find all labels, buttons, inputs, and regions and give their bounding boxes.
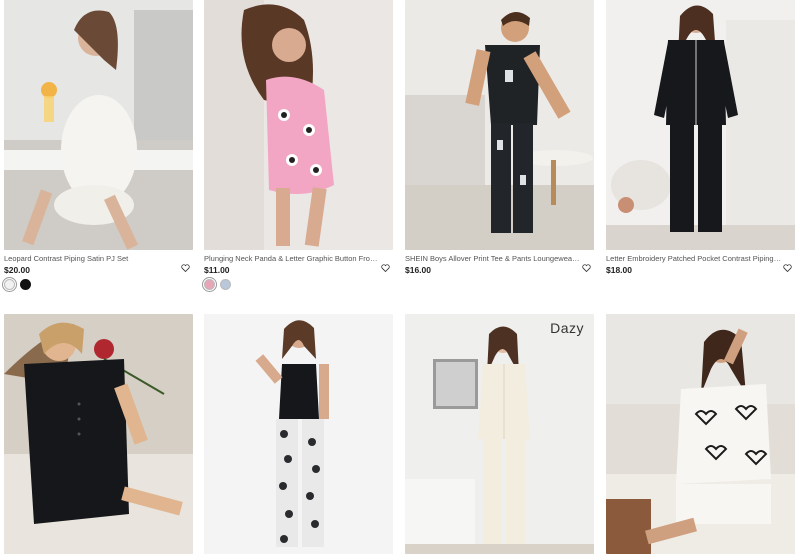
product-image[interactable] [606,0,795,250]
color-swatches [4,279,31,290]
product-price: $11.00 [204,265,230,275]
product-price: $18.00 [606,265,632,275]
product-price: $20.00 [4,265,30,275]
brand-label: Dazy [550,320,584,336]
color-swatch[interactable] [220,279,231,290]
product-title[interactable]: Plunging Neck Panda & Letter Graphic But… [204,254,380,264]
color-swatches [204,279,231,290]
heart-icon[interactable] [581,263,591,273]
product-price: $16.00 [405,265,431,275]
color-swatch[interactable] [204,279,215,290]
product-grid: Leopard Contrast Piping Satin PJ Set $20… [0,0,800,554]
product-image[interactable] [606,314,795,554]
heart-icon[interactable] [782,263,792,273]
product-image[interactable] [4,314,193,554]
product-title[interactable]: Leopard Contrast Piping Satin PJ Set [4,254,180,264]
product-image[interactable] [4,0,193,250]
heart-icon[interactable] [380,263,390,273]
heart-icon[interactable] [180,263,190,273]
product-image[interactable] [405,314,594,554]
product-image[interactable] [405,0,594,250]
product-image[interactable] [204,0,393,250]
product-title[interactable]: SHEIN Boys Allover Print Tee & Pants Lou… [405,254,581,264]
color-swatch[interactable] [4,279,15,290]
color-swatch[interactable] [20,279,31,290]
product-image[interactable] [204,314,393,554]
product-title[interactable]: Letter Embroidery Patched Pocket Contras… [606,254,782,264]
